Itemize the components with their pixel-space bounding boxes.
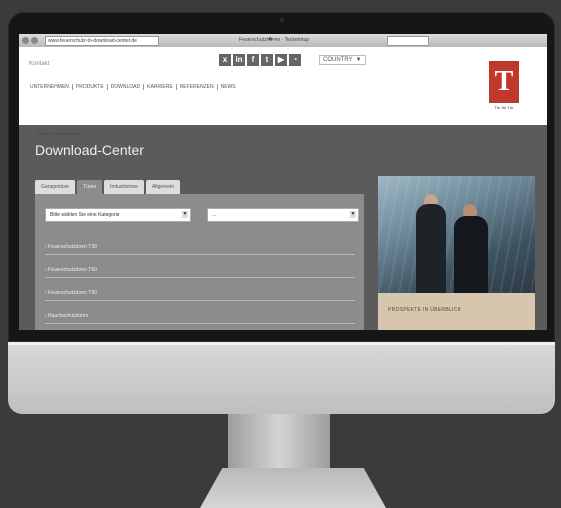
social-icons: x in f t ▶ ◔: [219, 54, 301, 66]
monitor-stand-base: [200, 468, 386, 508]
facebook-icon[interactable]: f: [247, 54, 259, 66]
page-title: Download-Center: [35, 142, 144, 158]
nav-item-produkte[interactable]: PRODUKTE: [73, 84, 108, 90]
kontakt-link[interactable]: Kontakt: [29, 61, 49, 67]
breadcrumb[interactable]: Home › Download-Center: [37, 131, 82, 136]
chevron-down-icon: ▼: [350, 211, 356, 218]
subcategory-select-value: ...: [212, 212, 217, 218]
nav-item-download[interactable]: DOWNLOAD: [108, 84, 145, 90]
site-header: Kontakt x in f t ▶ ◔ COUNTRY ▼ UNTERNEHME…: [19, 47, 547, 125]
photo-person: [416, 204, 446, 293]
chevron-down-icon: ▼: [182, 211, 188, 218]
rss-icon[interactable]: ◔: [289, 54, 301, 66]
category-select[interactable]: Bitte wählen Sie eine Kategorie ▼: [45, 208, 191, 222]
tab-tueren[interactable]: Türen: [77, 180, 103, 194]
photo-person: [454, 216, 488, 293]
chevron-down-icon: ▼: [355, 57, 362, 63]
subcategory-select[interactable]: ... ▼: [207, 208, 359, 222]
list-item[interactable]: › Feuerschutztüren T90: [45, 290, 355, 301]
main-nav: UNTERNEHMEN PRODUKTE DOWNLOAD KARRIERE R…: [27, 84, 239, 90]
youtube-icon[interactable]: ▶: [275, 54, 287, 66]
screen: www.feuerschutz-to-download-center.de Fe…: [19, 34, 547, 330]
twitter-icon[interactable]: t: [261, 54, 273, 66]
nav-item-news[interactable]: NEWS: [218, 84, 239, 90]
list-item[interactable]: › Feuerschutztüren T60: [45, 267, 355, 278]
nav-item-karriere[interactable]: KARRIERE: [144, 84, 177, 90]
country-select[interactable]: COUNTRY ▼: [319, 55, 366, 65]
country-label: COUNTRY: [323, 57, 353, 63]
brand-logo[interactable]: T: [489, 61, 519, 103]
browser-search-field[interactable]: [387, 36, 429, 46]
browser-toolbar: www.feuerschutz-to-download-center.de Fe…: [19, 34, 547, 47]
tab-garagentore[interactable]: Garagentore: [35, 180, 76, 194]
list-item[interactable]: › Feuerschutztüren T30: [45, 244, 355, 255]
category-tabs: Garagentore Türen Industrietore Allgemei…: [35, 180, 180, 194]
browser-page-title: Feuerschutzt�ren · Teckentrup: [239, 37, 310, 43]
xing-icon[interactable]: x: [219, 54, 231, 66]
tab-industrietore[interactable]: Industrietore: [104, 180, 144, 194]
promo-box[interactable]: PROSPEKTE IN ÜBERBLICK: [378, 293, 535, 330]
monitor-chin: [8, 342, 555, 414]
download-panel: Bitte wählen Sie eine Kategorie ▼ ... ▼ …: [35, 194, 364, 330]
promo-photo[interactable]: [378, 176, 535, 293]
monitor-chin-rim: [8, 342, 555, 345]
logo-tagline: Tür für Tür: [494, 105, 514, 110]
url-field[interactable]: www.feuerschutz-to-download-center.de: [45, 36, 159, 46]
nav-item-unternehmen[interactable]: UNTERNEHMEN: [27, 84, 73, 90]
monitor-stand: [228, 414, 330, 468]
camera-icon: [280, 18, 284, 22]
nav-item-referenzen[interactable]: REFERENZEN: [177, 84, 218, 90]
promo-text: PROSPEKTE IN ÜBERBLICK: [388, 307, 462, 313]
logo-letter: T: [494, 66, 514, 97]
forward-button[interactable]: [31, 37, 38, 44]
category-select-value: Bitte wählen Sie eine Kategorie: [50, 212, 120, 218]
list-item[interactable]: › Rauchschutztüren: [45, 313, 355, 324]
linkedin-icon[interactable]: in: [233, 54, 245, 66]
tab-allgemein[interactable]: Allgemein: [145, 180, 180, 194]
back-button[interactable]: [22, 37, 29, 44]
